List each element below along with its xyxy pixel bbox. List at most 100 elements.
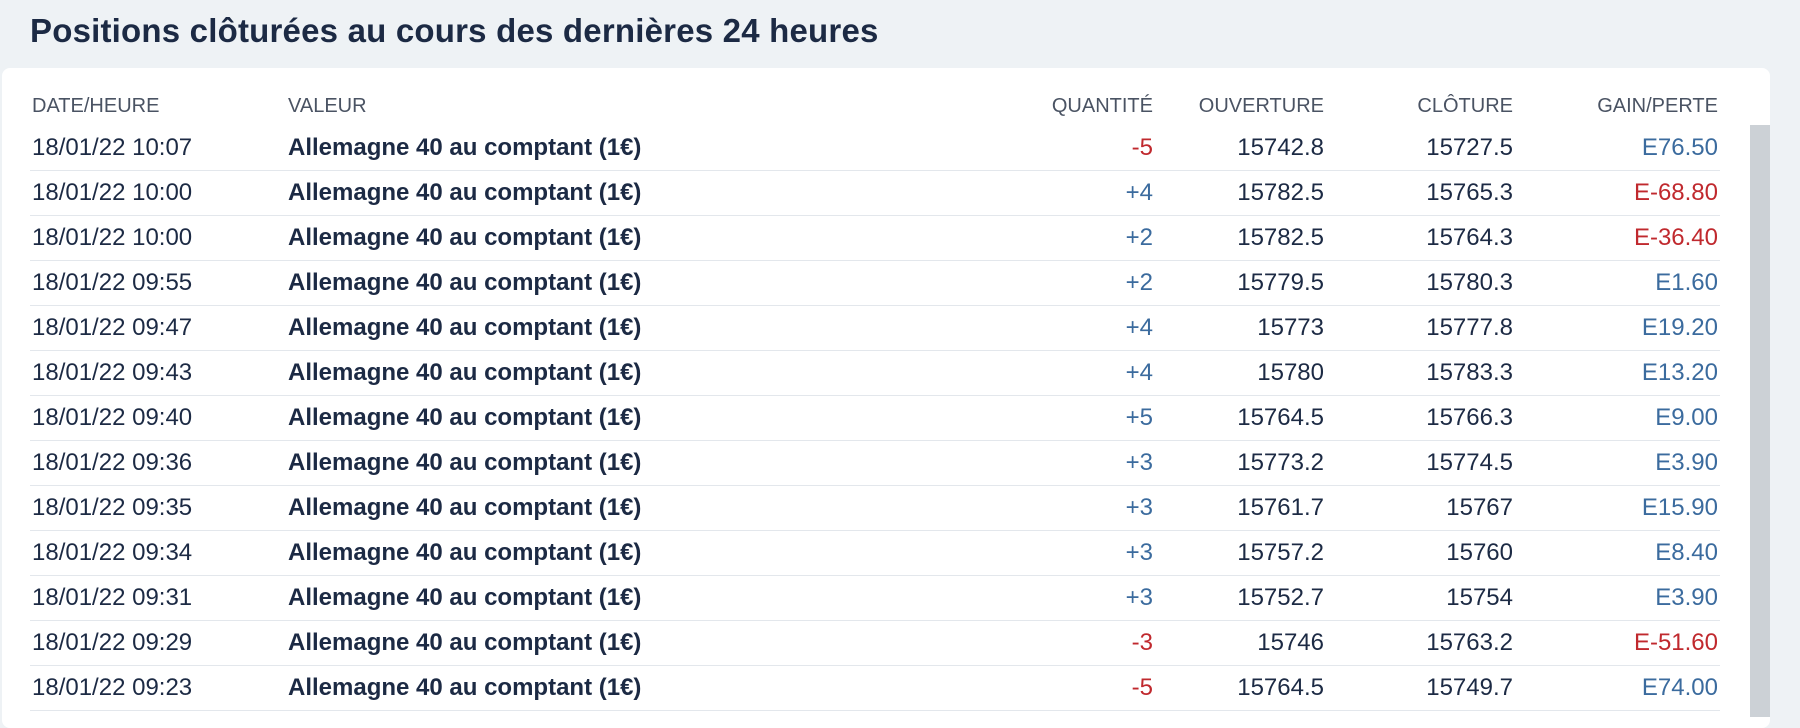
cell-date: 18/01/22 09:34 [30,530,286,576]
column-header-pl[interactable]: GAIN/PERTE [1515,86,1720,126]
table-header: DATE/HEURE VALEUR QUANTITÉ OUVERTURE CLÔ… [30,86,1720,126]
cell-open-price: 15782.5 [1155,170,1326,216]
table-row[interactable]: 18/01/22 09:23 Allemagne 40 au comptant (… [30,665,1720,711]
header-row: DATE/HEURE VALEUR QUANTITÉ OUVERTURE CLÔ… [30,86,1720,126]
column-header-open[interactable]: OUVERTURE [1155,86,1326,126]
cell-close-price: 15767 [1326,485,1515,531]
cell-profit-loss: E76.50 [1515,126,1720,171]
cell-quantity: +4 [906,305,1155,351]
cell-profit-loss: E15.90 [1515,485,1720,531]
cell-profit-loss: E13.20 [1515,350,1720,396]
cell-instrument: Allemagne 40 au comptant (1€) [286,126,906,171]
table-row[interactable]: 18/01/22 09:31 Allemagne 40 au comptant (… [30,575,1720,621]
cell-quantity: +2 [906,215,1155,261]
cell-open-price: 15779.5 [1155,260,1326,306]
cell-instrument: Allemagne 40 au comptant (1€) [286,620,906,666]
table-row[interactable]: 18/01/22 09:29 Allemagne 40 au comptant (… [30,620,1720,666]
cell-close-price: 15760 [1326,530,1515,576]
column-header-close[interactable]: CLÔTURE [1326,86,1515,126]
table-row[interactable]: 18/01/22 10:00 Allemagne 40 au comptant (… [30,215,1720,261]
cell-date: 18/01/22 10:00 [30,170,286,216]
column-header-value[interactable]: VALEUR [286,86,906,126]
cell-date: 18/01/22 09:40 [30,395,286,441]
cell-date: 18/01/22 09:31 [30,575,286,621]
cell-close-price: 15777.8 [1326,305,1515,351]
cell-instrument: Allemagne 40 au comptant (1€) [286,395,906,441]
table-row[interactable]: 18/01/22 09:34 Allemagne 40 au comptant (… [30,530,1720,576]
scrollbar-thumb[interactable] [1750,125,1770,717]
cell-close-price: 15763.2 [1326,620,1515,666]
cell-date: 18/01/22 09:35 [30,485,286,531]
closed-positions-table: DATE/HEURE VALEUR QUANTITÉ OUVERTURE CLÔ… [30,86,1720,711]
cell-close-price: 15766.3 [1326,395,1515,441]
table-row[interactable]: 18/01/22 09:35 Allemagne 40 au comptant (… [30,485,1720,531]
cell-close-price: 15764.3 [1326,215,1515,261]
cell-date: 18/01/22 09:23 [30,665,286,711]
cell-date: 18/01/22 09:43 [30,350,286,396]
cell-date: 18/01/22 10:00 [30,215,286,261]
cell-date: 18/01/22 09:29 [30,620,286,666]
cell-instrument: Allemagne 40 au comptant (1€) [286,440,906,486]
cell-profit-loss: E1.60 [1515,260,1720,306]
cell-quantity: -3 [906,620,1155,666]
table-row[interactable]: 18/01/22 09:55 Allemagne 40 au comptant (… [30,260,1720,306]
cell-instrument: Allemagne 40 au comptant (1€) [286,665,906,711]
cell-instrument: Allemagne 40 au comptant (1€) [286,350,906,396]
cell-quantity: +4 [906,350,1155,396]
cell-close-price: 15727.5 [1326,126,1515,171]
cell-open-price: 15764.5 [1155,395,1326,441]
cell-profit-loss: E-51.60 [1515,620,1720,666]
cell-quantity: +3 [906,485,1155,531]
cell-quantity: +3 [906,530,1155,576]
cell-close-price: 15780.3 [1326,260,1515,306]
cell-open-price: 15764.5 [1155,665,1326,711]
table-row[interactable]: 18/01/22 09:40 Allemagne 40 au comptant (… [30,395,1720,441]
column-header-date[interactable]: DATE/HEURE [30,86,286,126]
cell-date: 18/01/22 09:55 [30,260,286,306]
cell-instrument: Allemagne 40 au comptant (1€) [286,170,906,216]
column-header-quantity[interactable]: QUANTITÉ [906,86,1155,126]
cell-open-price: 15752.7 [1155,575,1326,621]
cell-profit-loss: E3.90 [1515,575,1720,621]
cell-open-price: 15761.7 [1155,485,1326,531]
cell-instrument: Allemagne 40 au comptant (1€) [286,485,906,531]
cell-date: 18/01/22 09:47 [30,305,286,351]
cell-instrument: Allemagne 40 au comptant (1€) [286,260,906,306]
cell-instrument: Allemagne 40 au comptant (1€) [286,530,906,576]
cell-open-price: 15773.2 [1155,440,1326,486]
table-row[interactable]: 18/01/22 10:07 Allemagne 40 au comptant (… [30,126,1720,171]
cell-close-price: 15754 [1326,575,1515,621]
cell-close-price: 15783.3 [1326,350,1515,396]
cell-profit-loss: E9.00 [1515,395,1720,441]
cell-profit-loss: E-36.40 [1515,215,1720,261]
cell-instrument: Allemagne 40 au comptant (1€) [286,215,906,261]
table-row[interactable]: 18/01/22 09:43 Allemagne 40 au comptant (… [30,350,1720,396]
cell-profit-loss: E-68.80 [1515,170,1720,216]
cell-open-price: 15773 [1155,305,1326,351]
table-row[interactable]: 18/01/22 10:00 Allemagne 40 au comptant (… [30,170,1720,216]
cell-quantity: +2 [906,260,1155,306]
table-body: 18/01/22 10:07 Allemagne 40 au comptant (… [30,126,1720,711]
table-row[interactable]: 18/01/22 09:36 Allemagne 40 au comptant (… [30,440,1720,486]
cell-quantity: -5 [906,126,1155,171]
cell-quantity: +5 [906,395,1155,441]
cell-open-price: 15742.8 [1155,126,1326,171]
cell-date: 18/01/22 09:36 [30,440,286,486]
cell-close-price: 15765.3 [1326,170,1515,216]
cell-quantity: -5 [906,665,1155,711]
cell-open-price: 15780 [1155,350,1326,396]
page-title: Positions clôturées au cours des dernièr… [30,12,879,49]
table-row[interactable]: 18/01/22 09:47 Allemagne 40 au comptant (… [30,305,1720,351]
cell-quantity: +3 [906,575,1155,621]
cell-open-price: 15746 [1155,620,1326,666]
cell-date: 18/01/22 10:07 [30,126,286,171]
cell-close-price: 15774.5 [1326,440,1515,486]
cell-quantity: +4 [906,170,1155,216]
cell-profit-loss: E74.00 [1515,665,1720,711]
cell-open-price: 15757.2 [1155,530,1326,576]
cell-open-price: 15782.5 [1155,215,1326,261]
vertical-scrollbar[interactable] [1750,125,1770,717]
cell-quantity: +3 [906,440,1155,486]
cell-instrument: Allemagne 40 au comptant (1€) [286,305,906,351]
cell-profit-loss: E8.40 [1515,530,1720,576]
